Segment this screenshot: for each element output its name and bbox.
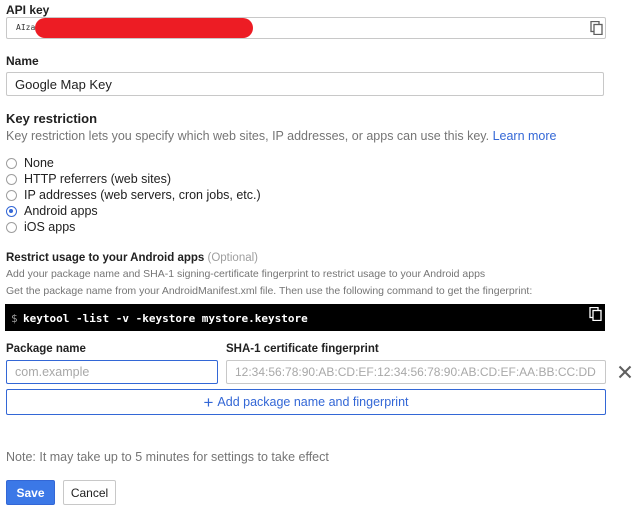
radio-option-android-apps[interactable]: Android apps bbox=[6, 203, 98, 219]
radio-button[interactable] bbox=[6, 221, 17, 233]
name-input[interactable] bbox=[6, 72, 604, 96]
android-help-line-2: Get the package name from your AndroidMa… bbox=[6, 285, 533, 297]
key-restriction-description: Key restriction lets you specify which w… bbox=[6, 129, 557, 143]
optional-tag: (Optional) bbox=[207, 252, 259, 264]
radio-label: IP addresses (web servers, cron jobs, et… bbox=[24, 188, 261, 202]
plus-icon: + bbox=[203, 392, 214, 412]
radio-label: iOS apps bbox=[24, 220, 76, 234]
api-key-label: API key bbox=[6, 3, 50, 17]
radio-button[interactable] bbox=[6, 157, 17, 169]
key-restriction-title: Key restriction bbox=[6, 111, 98, 126]
radio-option-ip-addresses[interactable]: IP addresses (web servers, cron jobs, et… bbox=[6, 187, 261, 203]
key-restriction-description-text: Key restriction lets you specify which w… bbox=[6, 129, 490, 143]
add-package-button-label: Add package name and fingerprint bbox=[217, 395, 409, 409]
name-label: Name bbox=[6, 54, 39, 68]
radio-option-ios-apps[interactable]: iOS apps bbox=[6, 219, 75, 235]
cancel-button[interactable]: Cancel bbox=[63, 480, 116, 505]
radio-button[interactable] bbox=[6, 189, 17, 201]
api-key-edit-page: API key AIza Name Key restriction Key re… bbox=[0, 0, 640, 507]
copy-icon[interactable] bbox=[590, 21, 604, 35]
close-icon[interactable] bbox=[618, 365, 632, 379]
radio-button-selected[interactable] bbox=[6, 205, 17, 217]
settings-note: Note: It may take up to 5 minutes for se… bbox=[6, 450, 329, 464]
android-restriction-title-text: Restrict usage to your Android apps bbox=[6, 252, 205, 264]
android-restriction-title: Restrict usage to your Android apps (Opt… bbox=[6, 252, 258, 264]
api-key-field[interactable]: AIza bbox=[6, 17, 606, 39]
radio-option-none[interactable]: None bbox=[6, 155, 54, 171]
radio-option-http-referrers[interactable]: HTTP referrers (web sites) bbox=[6, 171, 171, 187]
redaction-mark bbox=[35, 18, 253, 38]
sha1-fingerprint-label: SHA-1 certificate fingerprint bbox=[226, 343, 379, 355]
copy-icon[interactable] bbox=[589, 307, 603, 321]
package-name-label: Package name bbox=[6, 343, 86, 355]
android-help-line-1: Add your package name and SHA-1 signing-… bbox=[6, 268, 486, 280]
save-button[interactable]: Save bbox=[6, 480, 55, 505]
command-prompt: $ bbox=[11, 312, 18, 325]
radio-label: HTTP referrers (web sites) bbox=[24, 172, 172, 186]
command-box: $ keytool -list -v -keystore mystore.key… bbox=[5, 304, 605, 331]
command-text: keytool -list -v -keystore mystore.keyst… bbox=[23, 312, 308, 325]
radio-button[interactable] bbox=[6, 173, 17, 185]
learn-more-link[interactable]: Learn more bbox=[493, 129, 557, 143]
sha1-fingerprint-input[interactable] bbox=[226, 360, 606, 384]
package-name-input[interactable] bbox=[6, 360, 218, 384]
api-key-value: AIza bbox=[16, 23, 36, 32]
radio-label: Android apps bbox=[24, 204, 98, 218]
add-package-button[interactable]: + Add package name and fingerprint bbox=[6, 389, 606, 415]
radio-label: None bbox=[24, 156, 54, 170]
